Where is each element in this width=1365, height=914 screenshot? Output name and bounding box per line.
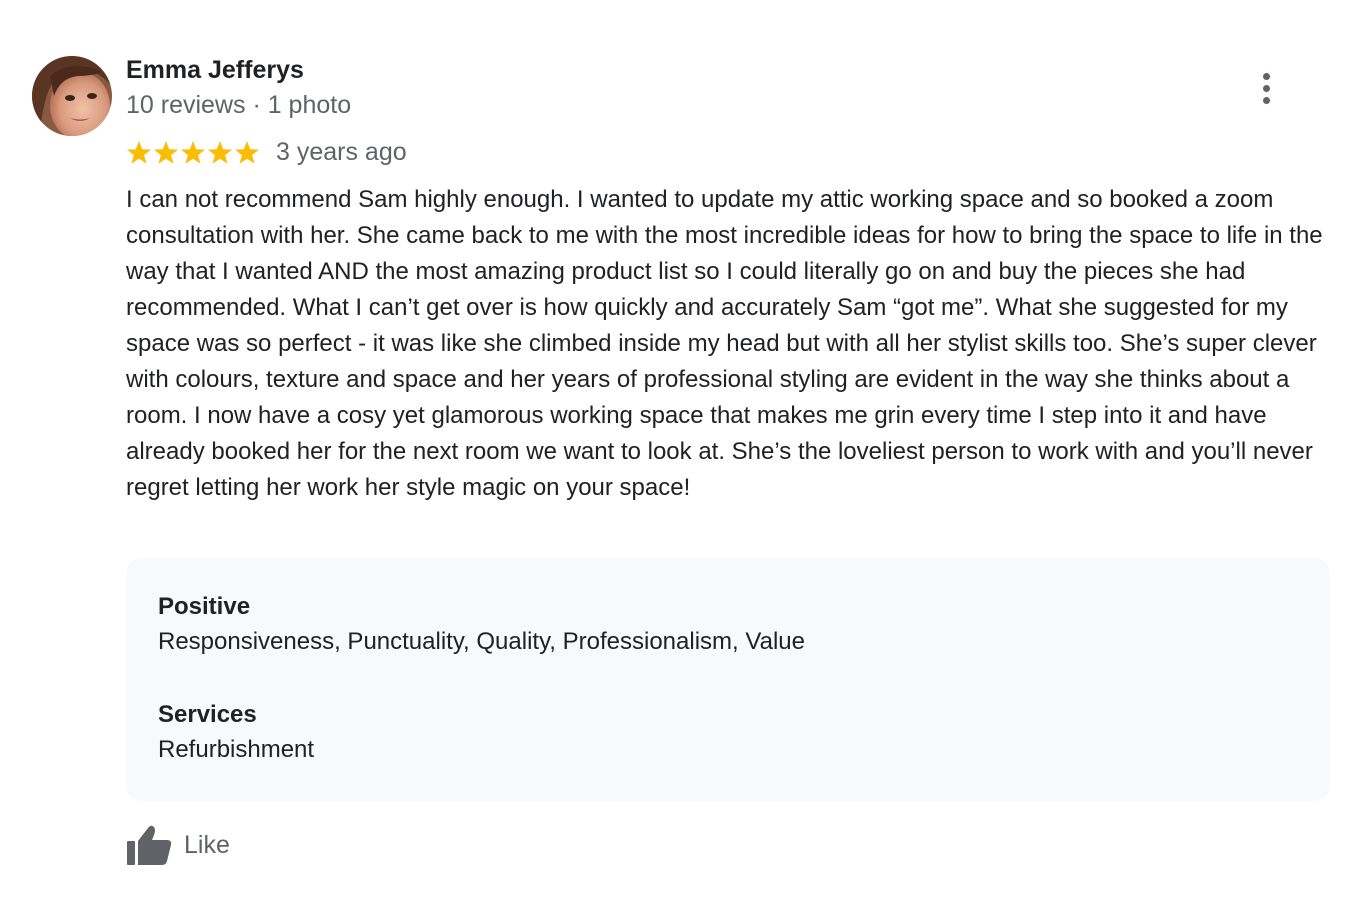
star-icon [127, 140, 151, 164]
star-rating [126, 140, 260, 165]
author-name[interactable]: Emma Jefferys [126, 56, 304, 85]
attribute-label: Positive [158, 593, 251, 620]
attribute-positive: Positive Responsiveness, Punctuality, Qu… [158, 590, 1298, 660]
author-avatar[interactable] [32, 56, 112, 136]
profile-photo-icon [32, 56, 112, 136]
rating-row: 3 years ago [126, 136, 407, 168]
review-date: 3 years ago [276, 137, 407, 166]
like-button[interactable]: Like [126, 822, 230, 868]
review-card: Emma Jefferys 10 reviews · 1 photo 3 yea… [0, 0, 1365, 914]
attribute-label: Services [158, 701, 257, 728]
star-icon [181, 140, 205, 164]
attribute-services: Services Refurbishment [158, 698, 1298, 768]
thumbs-up-icon [127, 825, 172, 865]
attribute-value: Responsiveness, Punctuality, Quality, Pr… [158, 628, 805, 655]
more-vert-icon [1262, 72, 1270, 80]
star-icon [235, 140, 259, 164]
more-options-button[interactable] [1250, 70, 1282, 106]
attribute-value: Refurbishment [158, 736, 315, 763]
like-label: Like [184, 830, 230, 859]
review-attributes-panel: Positive Responsiveness, Punctuality, Qu… [126, 558, 1330, 801]
review-text: I can not recommend Sam highly enough. I… [126, 186, 1323, 501]
star-icon [154, 140, 178, 164]
author-meta[interactable]: 10 reviews · 1 photo [126, 91, 351, 120]
star-icon [208, 140, 232, 164]
